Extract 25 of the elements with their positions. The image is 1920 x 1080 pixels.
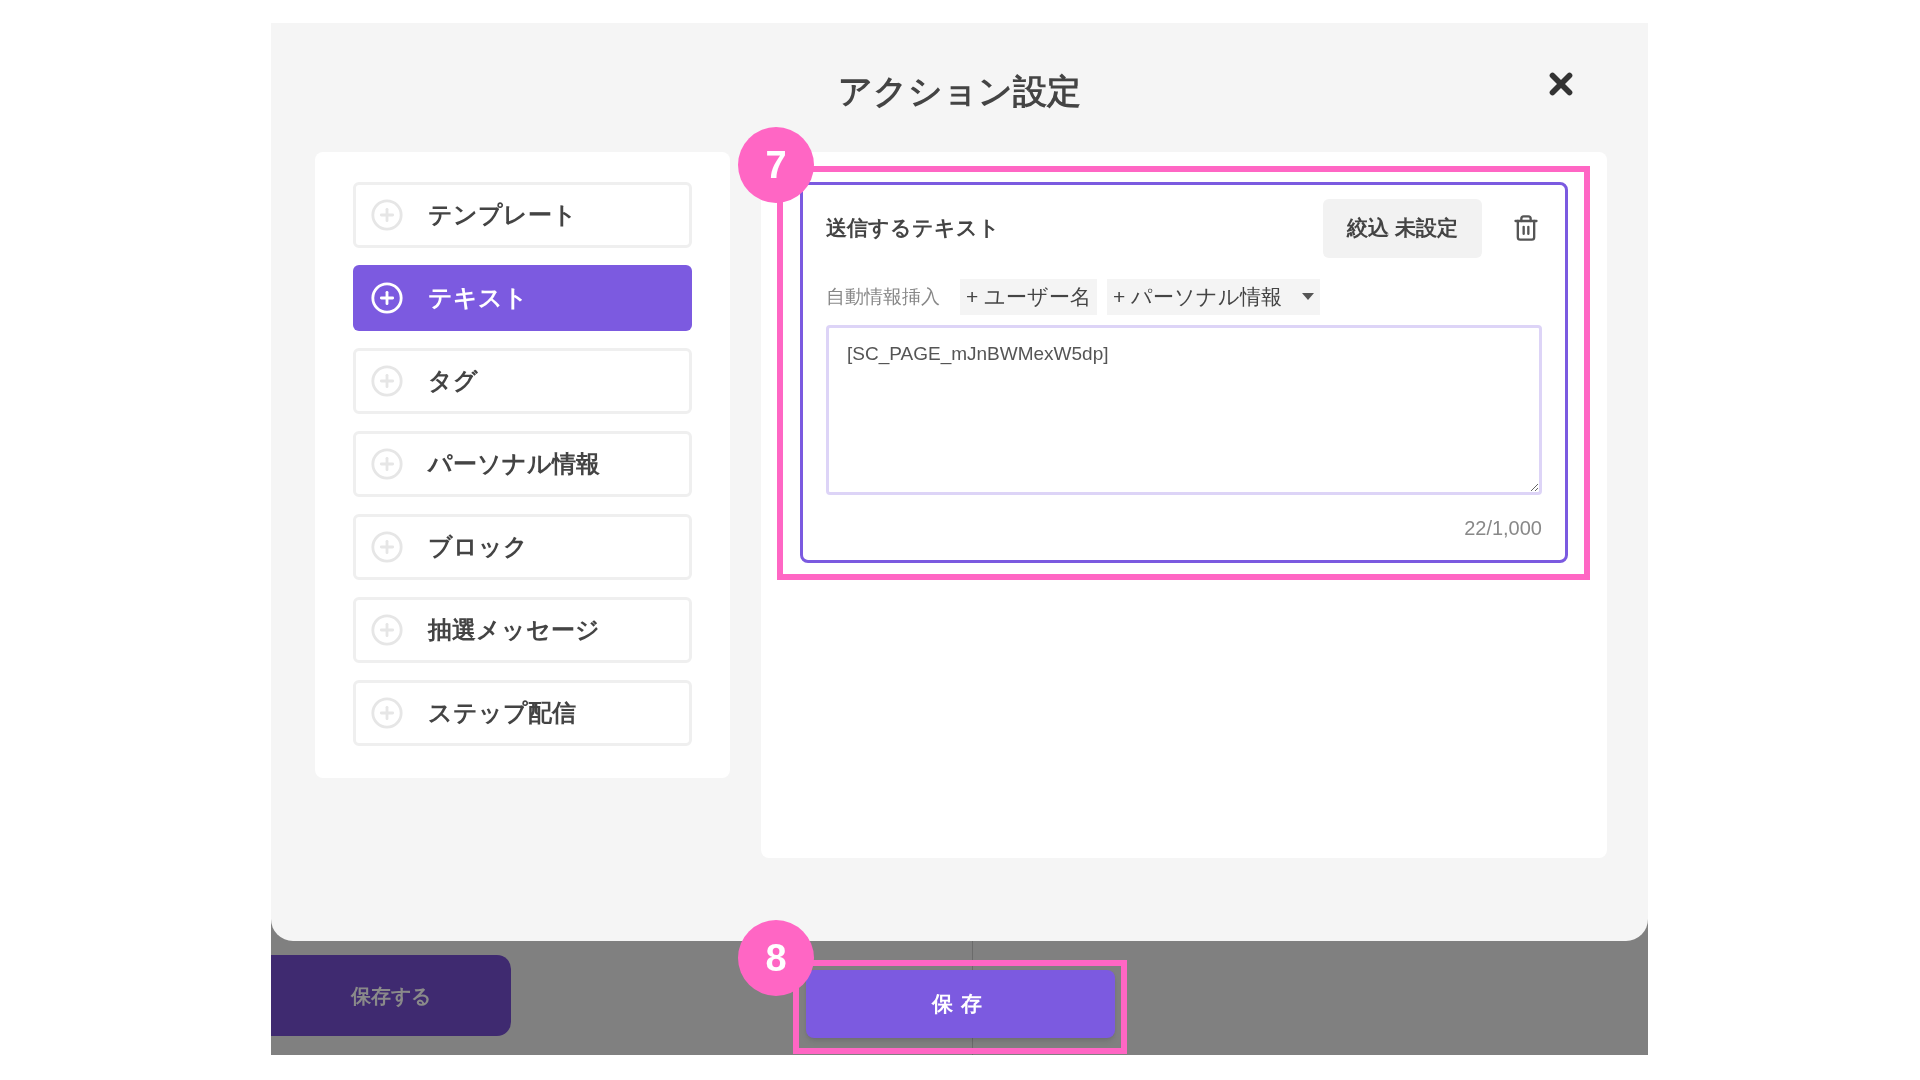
filter-button[interactable]: 絞込 未設定	[1323, 198, 1482, 258]
plus-circle-icon	[370, 447, 404, 481]
action-type-button[interactable]: 抽選メッセージ	[353, 597, 692, 663]
plus-circle-icon	[370, 613, 404, 647]
plus-circle-icon	[370, 364, 404, 398]
auto-insert-label: 自動情報挿入	[826, 284, 940, 309]
action-type-button[interactable]: テキスト	[353, 265, 692, 331]
action-type-button[interactable]: パーソナル情報	[353, 431, 692, 497]
insert-button[interactable]: + ユーザー名	[960, 279, 1098, 315]
char-count: 22/1,000	[1464, 516, 1542, 541]
trash-icon[interactable]	[1512, 214, 1540, 242]
insert-dropdown[interactable]: + パーソナル情報	[1107, 279, 1321, 315]
plus-circle-icon	[370, 530, 404, 564]
dialog-title: アクション設定	[838, 70, 1081, 112]
action-type-button[interactable]: タグ	[353, 348, 692, 414]
plus-circle-icon	[370, 281, 404, 315]
save-button[interactable]: 保存	[806, 970, 1115, 1038]
action-type-button[interactable]: ステップ配信	[353, 680, 692, 746]
plus-circle-icon	[370, 198, 404, 232]
card-title: 送信するテキスト	[826, 215, 1000, 242]
action-type-button[interactable]: テンプレート	[353, 182, 692, 248]
action-type-button[interactable]: ブロック	[353, 514, 692, 580]
plus-circle-icon	[370, 696, 404, 730]
caret-icon	[1302, 293, 1315, 301]
message-textarea[interactable]: [SC_PAGE_mJnBWMexW5dp]	[826, 325, 1542, 495]
